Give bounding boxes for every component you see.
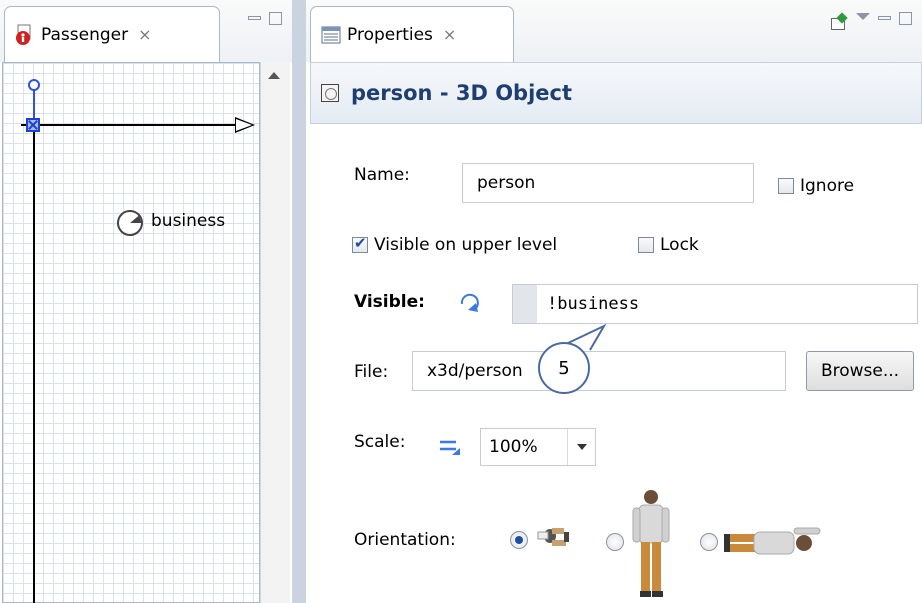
visible-label: Visible: [354, 292, 425, 312]
static-value-icon[interactable] [438, 436, 460, 456]
name-label: Name: [354, 165, 410, 185]
minimize-icon[interactable] [878, 16, 891, 20]
page-title: person - 3D Object [351, 81, 573, 105]
maximize-icon[interactable] [269, 12, 282, 25]
vertical-scrollbar[interactable] [260, 62, 290, 603]
diagram-canvas[interactable]: business [2, 62, 260, 603]
arrow-icon [235, 117, 255, 133]
origin-handle-icon[interactable] [28, 79, 40, 91]
maximize-icon[interactable] [899, 12, 912, 25]
properties-window-controls [878, 12, 912, 25]
x-axis-line [21, 124, 243, 126]
person-standing-icon [632, 490, 670, 597]
view-divider[interactable] [292, 0, 306, 603]
visible-expression-value: !business [547, 294, 640, 314]
visible-expression-field[interactable]: !business [512, 284, 918, 324]
scale-label: Scale: [354, 432, 406, 452]
properties-view: Properties ⨯ person - 3D Object Name: pe… [306, 0, 922, 603]
orientation-label: Orientation: [354, 530, 456, 550]
callout-badge: 5 [538, 342, 590, 394]
canvas-element-label[interactable]: business [151, 211, 225, 231]
chevron-down-icon[interactable] [567, 429, 595, 465]
lock-label[interactable]: Lock [660, 235, 699, 255]
properties-header: person - 3D Object [310, 62, 922, 124]
passenger-icon [16, 24, 31, 45]
tab-passenger-label: Passenger [41, 24, 129, 45]
orientation-row: Orientation: [354, 530, 456, 550]
orientation-radio-2[interactable] [606, 533, 624, 551]
person-lying-icon [724, 527, 821, 555]
tab-properties-label: Properties [347, 24, 433, 45]
minimize-icon[interactable] [248, 16, 261, 20]
visible-upper-checkbox[interactable] [352, 234, 368, 253]
visible-row: Visible: [354, 292, 425, 312]
scale-combo[interactable]: 100% [480, 428, 596, 466]
close-icon[interactable]: ⨯ [443, 25, 456, 44]
scale-row: Scale: [354, 432, 405, 452]
scale-value: 100% [489, 437, 538, 457]
name-field[interactable]: person [462, 163, 754, 203]
file-label: File: [354, 362, 389, 382]
expression-type-marker [513, 285, 537, 323]
passenger-view: Passenger ⨯ business [0, 0, 292, 603]
origin-connector [33, 91, 35, 121]
tab-passenger[interactable]: Passenger ⨯ [4, 6, 220, 62]
person-top-view-icon [537, 528, 569, 546]
ignore-checkbox[interactable] [778, 178, 794, 194]
visible-upper-row: Visible on upper level [352, 234, 557, 255]
view-menu-icon[interactable] [856, 13, 870, 20]
passenger-window-controls [248, 12, 282, 25]
visible-upper-label[interactable]: Visible on upper level [374, 235, 557, 255]
close-icon[interactable]: ⨯ [138, 25, 151, 44]
lock-row: Lock [638, 235, 699, 255]
ignore-row: Ignore [778, 176, 854, 196]
y-axis-line [33, 83, 35, 603]
orientation-radio-3[interactable] [700, 533, 718, 551]
name-row: Name: [354, 165, 410, 185]
orientation-radio-1[interactable] [510, 531, 528, 549]
3d-object-icon [321, 84, 339, 102]
properties-tabbar: Properties ⨯ [306, 0, 922, 62]
dynamic-value-icon[interactable] [456, 290, 484, 316]
scroll-up-icon[interactable] [268, 72, 280, 79]
pin-icon[interactable] [830, 14, 848, 30]
file-row: File: [354, 362, 388, 382]
file-field[interactable]: x3d/person [412, 351, 786, 391]
tab-properties[interactable]: Properties ⨯ [310, 6, 514, 62]
lock-checkbox[interactable] [638, 237, 654, 253]
properties-icon [321, 26, 341, 43]
ignore-label[interactable]: Ignore [800, 176, 854, 196]
origin-anchor-icon[interactable] [26, 118, 40, 132]
parameter-icon[interactable] [117, 210, 143, 236]
browse-button[interactable]: Browse... [806, 351, 914, 391]
passenger-tabbar: Passenger ⨯ [0, 0, 292, 62]
